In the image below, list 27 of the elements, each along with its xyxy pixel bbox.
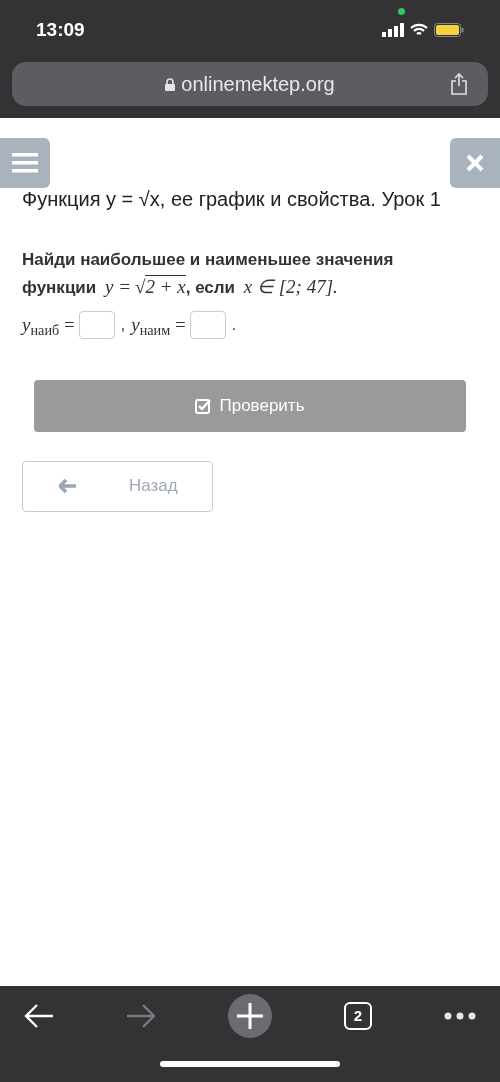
close-icon [466, 154, 484, 172]
lock-icon [165, 77, 176, 91]
menu-button[interactable] [0, 138, 50, 188]
wifi-icon [410, 23, 428, 37]
url-text: onlinemektep.org [181, 72, 335, 97]
new-tab-icon[interactable] [228, 994, 272, 1038]
punctuation: . [231, 315, 237, 336]
punctuation: , [120, 315, 126, 336]
address-bar[interactable]: onlinemektep.org [12, 62, 488, 106]
lesson-title: Функция y = √x, ее график и свойства. Урок 1 [22, 188, 442, 210]
tabs-count[interactable]: 2 [344, 1002, 372, 1030]
question-text: Найди наибольшее и наименьшее значения функции y = √2 + x, если x ∈ [2; 47]. [22, 249, 395, 299]
battery-icon [434, 23, 464, 37]
checkbox-icon [195, 397, 212, 414]
back-arrow-icon[interactable] [24, 1003, 54, 1029]
menu-icon [12, 153, 38, 173]
status-time: 13:09 [36, 17, 85, 42]
more-icon[interactable] [444, 1012, 476, 1020]
answer-label: y$_{наим}$ = [131, 313, 186, 340]
close-button[interactable] [450, 138, 500, 188]
answer-field[interactable] [78, 311, 115, 340]
answer-field[interactable] [189, 311, 226, 340]
camera-indicator-icon [398, 8, 405, 15]
share-icon[interactable] [450, 73, 468, 95]
signal-icon [382, 23, 404, 37]
answer-label: y$_{наиб}$ = [22, 313, 75, 340]
arrow-left-icon [59, 479, 77, 493]
